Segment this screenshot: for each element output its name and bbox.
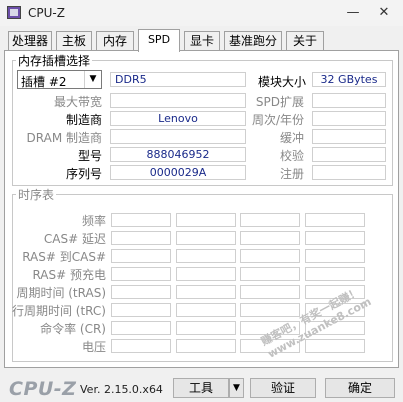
tab-about[interactable]: 关于 [286,31,324,50]
timing-label-tras: 周期时间 (tRAS) [16,286,106,300]
timing-cell [176,267,236,281]
timing-cell [305,249,365,263]
minimize-icon[interactable]: — [343,4,363,22]
timing-cell [240,213,300,227]
serial-field: 0000029A [110,165,246,180]
timing-cell [111,303,171,317]
tab-mainboard[interactable]: 主板 [56,31,92,50]
chevron-down-icon: ▼ [84,71,101,88]
spd-ext-field [312,93,386,108]
module-size-field: 32 GBytes [312,72,386,87]
timing-cell [176,321,236,335]
week-year-label: 周次/年份 [251,113,304,127]
timing-cell [305,267,365,281]
timing-cell [176,231,236,245]
slot-group-title: 内存插槽选择 [16,52,93,69]
buffered-label: 缓冲 [279,131,304,145]
timing-cell [111,231,171,245]
max-bandwidth-label: 最大带宽 [53,95,102,109]
timing-cell [240,267,300,281]
memory-type-field: DDR5 [110,72,246,87]
title-bar: CPU-Z — ✕ [0,0,403,26]
timing-label-ras-precharge: RAS# 预充电 [32,268,106,282]
window-title: CPU-Z [28,6,65,20]
timing-label-voltage: 电压 [81,340,106,354]
spd-ext-label: SPD扩展 [255,95,304,109]
timing-cell [240,303,300,317]
model-label: 型号 [77,149,102,163]
validate-button[interactable]: 验证 [250,378,316,398]
timing-cell [240,231,300,245]
timing-cell [176,213,236,227]
timing-cell [176,303,236,317]
timing-cell [111,249,171,263]
buffered-field [312,129,386,144]
timing-label-trc: 行周期时间 (tRC) [11,304,106,318]
timing-cell [111,267,171,281]
timing-cell [240,285,300,299]
module-size-label: 模块大小 [257,75,306,89]
version-label: Ver. 2.15.0.x64 [80,383,163,396]
registered-field [312,165,386,180]
tab-bar: 处理器 主板 内存 SPD 显卡 基准跑分 关于 [0,29,403,52]
tab-graphics[interactable]: 显卡 [184,31,220,50]
timing-cell [111,213,171,227]
tools-button[interactable]: 工具 [173,378,229,398]
correction-label: 校验 [279,149,304,163]
timing-cell [111,339,171,353]
dram-manufacturer-label: DRAM 制造商 [26,131,102,145]
timing-cell [305,339,365,353]
registered-label: 注册 [279,167,304,181]
timing-label-ras-cas: RAS# 到CAS# [22,250,106,264]
manufacturer-field: Lenovo [110,111,246,126]
timing-cell [111,285,171,299]
timing-cell [176,285,236,299]
timings-group-title: 时序表 [16,186,57,203]
tab-bench[interactable]: 基准跑分 [224,31,282,50]
slot-selected-value: 插槽 #2 [21,75,67,89]
serial-label: 序列号 [65,167,102,181]
cpu-z-app-icon [7,6,21,19]
timing-cell [240,249,300,263]
cpu-z-logo: CPU-Z [9,378,77,400]
manufacturer-label: 制造商 [65,113,102,127]
dram-manufacturer-field [110,129,246,144]
timing-cell [176,339,236,353]
week-year-field [312,111,386,126]
timing-cell [305,213,365,227]
timing-cell [176,249,236,263]
tab-spd[interactable]: SPD [138,29,180,52]
close-icon[interactable]: ✕ [374,4,394,22]
model-field: 888046952 [110,147,246,162]
timing-label-cr: 命令率 (CR) [40,322,106,336]
slot-dropdown[interactable]: 插槽 #2 ▼ [17,70,102,89]
max-bandwidth-field [110,93,246,108]
timing-cell [111,321,171,335]
timing-cell [305,231,365,245]
timing-label-frequency: 频率 [81,214,106,228]
tab-cpu[interactable]: 处理器 [8,31,52,50]
correction-field [312,147,386,162]
timing-label-cas: CAS# 延迟 [43,232,106,246]
ok-button[interactable]: 确定 [325,378,395,398]
tools-dropdown-arrow[interactable]: ▼ [229,378,244,398]
tab-memory[interactable]: 内存 [96,31,134,50]
